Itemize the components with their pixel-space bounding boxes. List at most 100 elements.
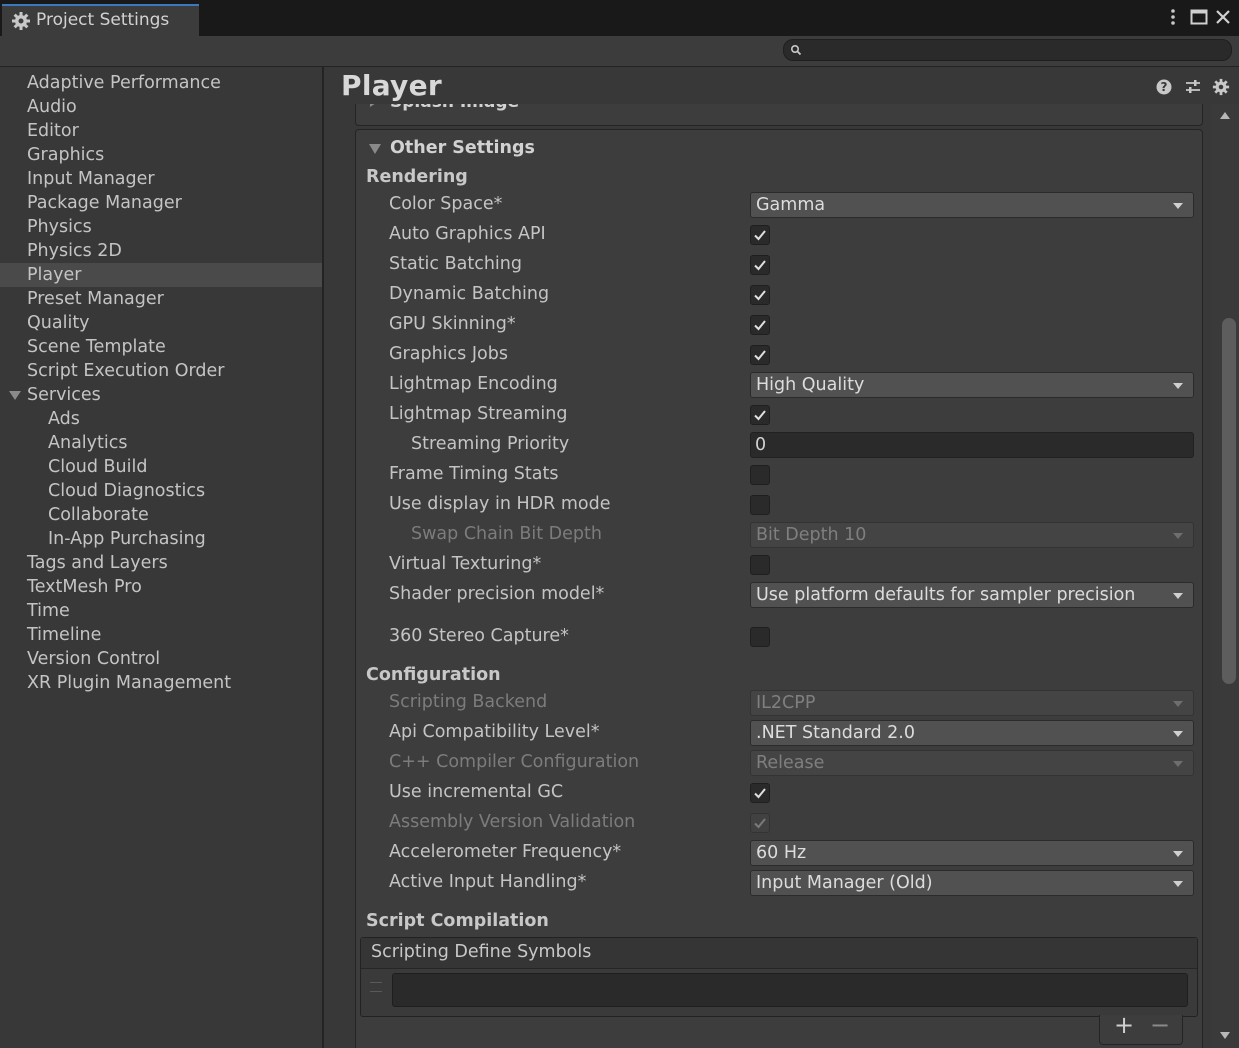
sidebar-item-timeline[interactable]: Timeline [0,623,322,647]
static-batching-checkbox[interactable] [750,255,770,275]
color-space-dropdown[interactable]: Gamma [750,192,1194,218]
incremental-gc-label: Use incremental GC [389,782,564,802]
swap-chain-bit-depth-dropdown: Bit Depth 10 [750,522,1194,548]
scripting-backend-dropdown: IL2CPP [750,690,1194,716]
scroll-up-icon[interactable] [1220,112,1230,119]
api-compat-dropdown[interactable]: .NET Standard 2.0 [750,720,1194,746]
dynamic-batching-checkbox[interactable] [750,285,770,305]
virtual-texturing-label: Virtual Texturing* [389,554,542,574]
chevron-down-icon [1173,731,1183,737]
foldout-collapsed-icon[interactable] [370,104,379,107]
splash-image-section[interactable]: Splash Image [355,104,1203,126]
sidebar-item-physics[interactable]: Physics [0,215,322,239]
sidebar-item-cloud-diagnostics[interactable]: Cloud Diagnostics [0,479,322,503]
scrollbar-thumb[interactable] [1222,318,1236,684]
shader-precision-dropdown[interactable]: Use platform defaults for sampler precis… [750,582,1194,608]
static-batching-label: Static Batching [389,254,522,274]
sidebar-item-editor[interactable]: Editor [0,119,322,143]
stereo-capture-label: 360 Stereo Capture* [389,626,569,646]
hdr-mode-checkbox[interactable] [750,495,770,515]
search-icon [790,44,802,56]
checkmark-icon [754,410,766,421]
graphics-jobs-label: Graphics Jobs [389,344,508,364]
tab-project-settings[interactable]: Project Settings [2,4,199,36]
more-icon[interactable] [1162,6,1184,28]
sidebar-item-textmesh-pro[interactable]: TextMesh Pro [0,575,322,599]
maximize-icon[interactable] [1188,6,1210,28]
virtual-texturing-checkbox[interactable] [750,555,770,575]
sidebar-item-preset-manager[interactable]: Preset Manager [0,287,322,311]
api-compat-label: Api Compatibility Level* [389,722,600,742]
checkmark-icon [754,320,766,331]
scripting-define-symbols-list: Scripting Define Symbols [360,937,1198,1017]
gpu-skinning-checkbox[interactable] [750,315,770,335]
swap-chain-bit-depth-label: Swap Chain Bit Depth [411,524,602,544]
sidebar-item-version-control[interactable]: Version Control [0,647,322,671]
input-handling-label: Active Input Handling* [389,872,587,892]
sidebar-item-graphics[interactable]: Graphics [0,143,322,167]
stereo-capture-checkbox[interactable] [750,627,770,647]
graphics-jobs-checkbox[interactable] [750,345,770,365]
sidebar-item-adaptive-performance[interactable]: Adaptive Performance [0,71,322,95]
input-handling-dropdown[interactable]: Input Manager (Old) [750,870,1194,896]
sidebar-item-collaborate[interactable]: Collaborate [0,503,322,527]
sidebar-item-input-manager[interactable]: Input Manager [0,167,322,191]
checkmark-icon [754,290,766,301]
sidebar-item-scene-template[interactable]: Scene Template [0,335,322,359]
other-settings-title[interactable]: Other Settings [390,138,535,158]
sidebar-item-audio[interactable]: Audio [0,95,322,119]
list-footer: + − [1099,1011,1183,1045]
sidebar-item-player[interactable]: Player [0,263,322,287]
chevron-down-icon [1173,881,1183,887]
chevron-down-icon [1173,701,1183,707]
sidebar-item-script-execution-order[interactable]: Script Execution Order [0,359,322,383]
streaming-priority-field[interactable]: 0 [750,432,1194,458]
scroll-down-icon[interactable] [1220,1032,1230,1039]
frame-timing-stats-label: Frame Timing Stats [389,464,559,484]
sidebar-item-xr-plugin-management[interactable]: XR Plugin Management [0,671,322,695]
sidebar-item-ads[interactable]: Ads [0,407,322,431]
incremental-gc-checkbox[interactable] [750,783,770,803]
dynamic-batching-label: Dynamic Batching [389,284,550,304]
lightmap-encoding-dropdown[interactable]: High Quality [750,372,1194,398]
sidebar-item-analytics[interactable]: Analytics [0,431,322,455]
sidebar-item-quality[interactable]: Quality [0,311,322,335]
remove-element-button[interactable]: − [1150,1011,1170,1039]
sidebar-item-in-app-purchasing[interactable]: In-App Purchasing [0,527,322,551]
settings-icon[interactable] [1212,78,1230,96]
sidebar-item-services[interactable]: Services [0,383,322,407]
search-input[interactable] [783,39,1232,61]
sidebar-item-time[interactable]: Time [0,599,322,623]
cpp-compiler-label: C++ Compiler Configuration [389,752,640,772]
foldout-expanded-icon[interactable] [369,144,381,154]
close-icon[interactable] [1212,6,1234,28]
sidebar-item-tags-and-layers[interactable]: Tags and Layers [0,551,322,575]
help-icon[interactable]: ? [1155,78,1173,96]
assembly-validation-label: Assembly Version Validation [389,812,636,832]
toolbar [0,36,1239,67]
checkmark-icon [754,818,766,829]
scripting-backend-label: Scripting Backend [389,692,548,712]
sidebar-item-cloud-build[interactable]: Cloud Build [0,455,322,479]
script-compilation-header: Script Compilation [366,911,549,931]
tab-title: Project Settings [36,10,170,30]
accelerometer-dropdown[interactable]: 60 Hz [750,840,1194,866]
color-space-label: Color Space* [389,194,503,214]
foldout-expanded-icon[interactable] [9,391,21,400]
auto-graphics-api-checkbox[interactable] [750,225,770,245]
lightmap-streaming-checkbox[interactable] [750,405,770,425]
sidebar-item-physics-2d[interactable]: Physics 2D [0,239,322,263]
vertical-scrollbar[interactable] [1211,104,1239,1048]
list-header: Scripting Define Symbols [361,938,1197,969]
chevron-down-icon [1173,383,1183,389]
define-symbol-field[interactable] [392,973,1188,1007]
presets-icon[interactable] [1184,78,1202,96]
add-element-button[interactable]: + [1114,1011,1134,1039]
frame-timing-stats-checkbox[interactable] [750,465,770,485]
rendering-header: Rendering [366,167,468,187]
drag-handle-icon[interactable] [370,982,382,992]
sidebar-item-package-manager[interactable]: Package Manager [0,191,322,215]
checkmark-icon [754,260,766,271]
gpu-skinning-label: GPU Skinning* [389,314,516,334]
gear-icon [12,12,30,30]
